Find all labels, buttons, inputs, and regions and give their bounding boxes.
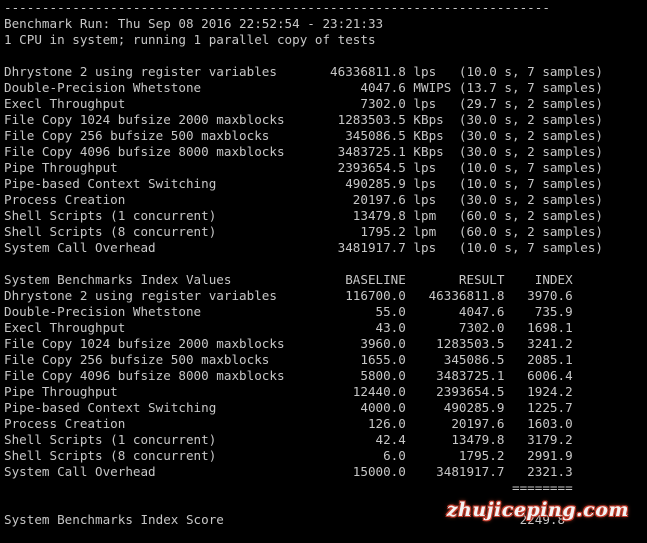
index-row: Shell Scripts (8 concurrent) 6.0 1795.2 …	[4, 448, 573, 463]
result-row: File Copy 256 bufsize 500 maxblocks 3450…	[4, 128, 603, 143]
watermark-logo: zhujiceping.com	[446, 499, 629, 521]
result-row: File Copy 1024 bufsize 2000 maxblocks 12…	[4, 112, 603, 127]
index-row: Pipe-based Context Switching 4000.0 4902…	[4, 400, 573, 415]
result-row: Process Creation 20197.6 lps (30.0 s, 2 …	[4, 192, 603, 207]
index-row: Pipe Throughput 12440.0 2393654.5 1924.2	[4, 384, 573, 399]
run-header: Benchmark Run: Thu Sep 08 2016 22:52:54 …	[4, 16, 384, 31]
result-row: Pipe-based Context Switching 490285.9 lp…	[4, 176, 603, 191]
index-row: System Call Overhead 15000.0 3481917.7 2…	[4, 464, 573, 479]
terminal-window[interactable]: ----------------------------------------…	[0, 0, 647, 543]
index-row: File Copy 256 bufsize 500 maxblocks 1655…	[4, 352, 573, 367]
index-row: Execl Throughput 43.0 7302.0 1698.1	[4, 320, 573, 335]
index-row: File Copy 1024 bufsize 2000 maxblocks 39…	[4, 336, 573, 351]
index-rule: ========	[4, 480, 573, 495]
index-row: Shell Scripts (1 concurrent) 42.4 13479.…	[4, 432, 573, 447]
index-table: System Benchmarks Index Values BASELINE …	[4, 272, 647, 496]
result-row: System Call Overhead 3481917.7 lps (10.0…	[4, 240, 603, 255]
index-table-header: System Benchmarks Index Values BASELINE …	[4, 272, 573, 287]
result-row: Double-Precision Whetstone 4047.6 MWIPS …	[4, 80, 603, 95]
result-row: Shell Scripts (1 concurrent) 13479.8 lpm…	[4, 208, 603, 223]
result-row: Shell Scripts (8 concurrent) 1795.2 lpm …	[4, 224, 603, 239]
result-row: Pipe Throughput 2393654.5 lps (10.0 s, 7…	[4, 160, 603, 175]
result-row: Execl Throughput 7302.0 lps (29.7 s, 2 s…	[4, 96, 603, 111]
result-row: File Copy 4096 bufsize 8000 maxblocks 34…	[4, 144, 603, 159]
result-row: Dhrystone 2 using register variables 463…	[4, 64, 603, 79]
index-row: Double-Precision Whetstone 55.0 4047.6 7…	[4, 304, 573, 319]
index-row: Dhrystone 2 using register variables 116…	[4, 288, 573, 303]
index-row: Process Creation 126.0 20197.6 1603.0	[4, 416, 573, 431]
results-list: Dhrystone 2 using register variables 463…	[4, 64, 647, 256]
separator-line: ----------------------------------------…	[4, 0, 550, 15]
cpu-info: 1 CPU in system; running 1 parallel copy…	[4, 32, 376, 47]
index-row: File Copy 4096 bufsize 8000 maxblocks 58…	[4, 368, 573, 383]
